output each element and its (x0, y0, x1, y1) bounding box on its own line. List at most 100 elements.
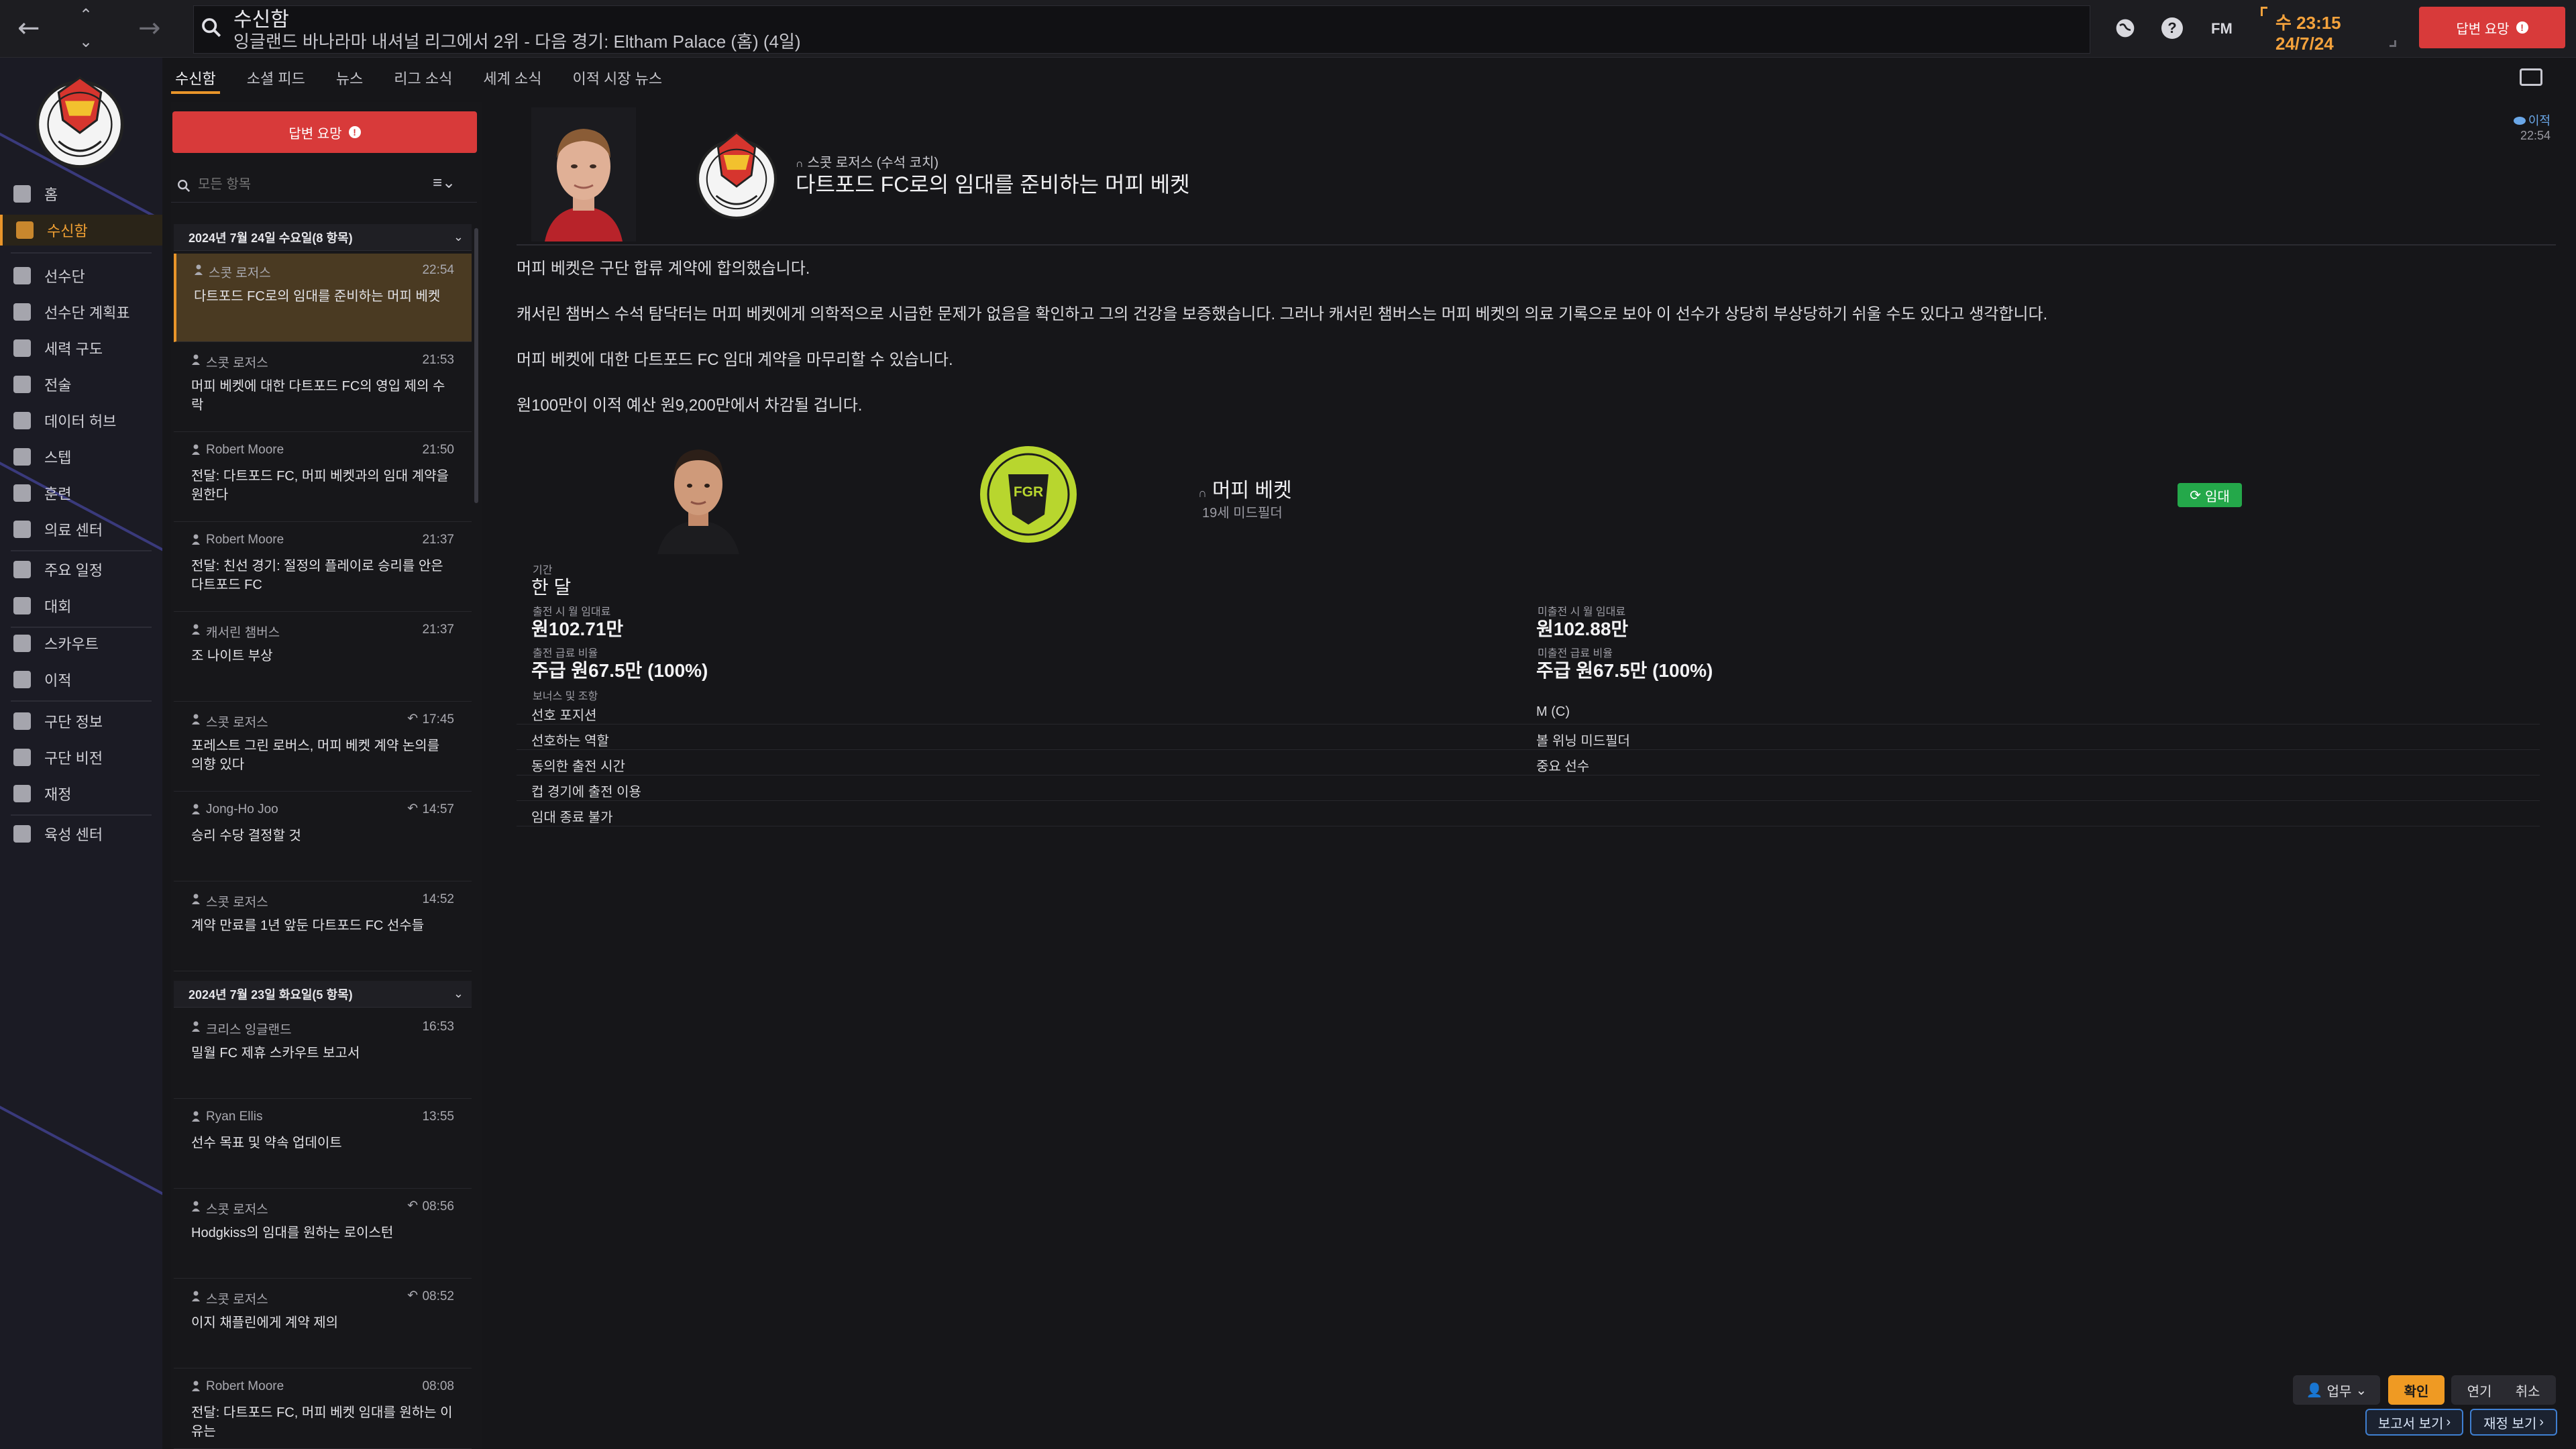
tab-league-news[interactable]: 리그 소식 (390, 64, 456, 94)
sidebar-item-inbox[interactable]: 수신함 (0, 215, 162, 246)
inbox-message[interactable]: 크리스 잉글랜드 16:53 밀월 FC 제휴 스카우트 보고서 (174, 1010, 472, 1099)
message-sender: 스콧 로저스 (209, 266, 271, 280)
inbox-message[interactable]: 스콧 로저스 ↶ 17:45 포레스트 그린 로버스, 머피 베켓 계약 논의를… (174, 703, 472, 792)
tab-world-news[interactable]: 세계 소식 (479, 64, 545, 94)
player-status-icon: ∩ (1198, 486, 1207, 500)
sidebar-item-development[interactable]: 육성 센터 (0, 818, 162, 849)
inbox-message[interactable]: 캐서린 챔버스 21:37 조 나이트 부상 (174, 613, 472, 702)
sidebar-item-staff[interactable]: 스텝 (0, 441, 162, 472)
message-time: 21:50 (422, 443, 454, 457)
up-arrow-icon[interactable]: ⌃ (79, 7, 93, 23)
sidebar-item-finances[interactable]: 재정 (0, 778, 162, 809)
filter-menu-icon[interactable]: ≡⌄ (433, 173, 455, 193)
layout-toggle-icon[interactable] (2520, 68, 2542, 86)
reply-required-label: 답변 요망 (2456, 21, 2510, 37)
forward-arrow-icon[interactable]: → (138, 15, 161, 42)
sidebar-item-label: 이적 (44, 672, 72, 689)
loan-player-name[interactable]: ∩ 머피 베켓 (1198, 474, 1292, 503)
current-time[interactable]: 수 23:15 (2275, 9, 2341, 34)
sidebar-item-club-info[interactable]: 구단 정보 (0, 706, 162, 737)
monthly-fee-value: 원102.71만 (531, 619, 624, 639)
message-subject: 전달: 다트포드 FC, 머피 베켓과의 임대 계약을 원한다 (191, 469, 449, 502)
trophy-icon (13, 597, 31, 614)
inbox-message[interactable]: 스콧 로저스 14:52 계약 만료를 1년 앞둔 다트포드 FC 선수들 (174, 883, 472, 971)
inbox-message[interactable]: 스콧 로저스 ↶ 08:56 Hodgkiss의 임대를 원하는 로이스턴 (174, 1190, 472, 1279)
tab-news[interactable]: 뉴스 (332, 64, 367, 94)
sidebar-item-transfers[interactable]: 이적 (0, 664, 162, 695)
message-time: 22:54 (422, 263, 454, 277)
chevron-right-icon: › (2539, 1414, 2544, 1430)
reply-required-button[interactable]: 답변 요망 ! (2419, 7, 2565, 48)
down-arrow-icon[interactable]: ⌄ (79, 34, 93, 50)
fm-logo[interactable]: FM (2211, 20, 2233, 38)
sidebar-divider (11, 700, 152, 702)
sidebar-item-data-hub[interactable]: 데이터 허브 (0, 405, 162, 436)
tab-social-feed[interactable]: 소셜 피드 (243, 64, 309, 94)
alert-icon: ! (2516, 21, 2528, 34)
sidebar-item-scouting[interactable]: 스카우트 (0, 628, 162, 659)
tab-transfer-news[interactable]: 이적 시장 뉴스 (568, 64, 666, 94)
view-finances-button[interactable]: 재정 보기 › (2470, 1409, 2557, 1436)
inbox-message[interactable]: Ryan Ellis 13:55 선수 목표 및 약속 업데이트 (174, 1100, 472, 1189)
sidebar-item-label: 구단 비전 (44, 750, 103, 767)
sidebar-item-medical[interactable]: 의료 센터 (0, 514, 162, 545)
back-arrow-icon[interactable]: ← (17, 15, 40, 42)
sidebar-item-club-vision[interactable]: 구단 비전 (0, 742, 162, 773)
sidebar-item-competitions[interactable]: 대회 (0, 590, 162, 621)
reply-required-list-button[interactable]: 답변 요망 ! (172, 111, 477, 153)
inbox-message[interactable]: Robert Moore 21:37 전달: 친선 경기: 절정의 플레이로 승… (174, 523, 472, 612)
globe-icon[interactable] (2114, 17, 2136, 44)
transfer-arrows-icon (13, 671, 31, 688)
view-report-button[interactable]: 보고서 보기 › (2365, 1409, 2463, 1436)
sidebar-item-label: 육성 센터 (44, 826, 103, 843)
inbox-group-header[interactable]: 2024년 7월 24일 수요일(8 항목) ⌄ (174, 224, 472, 251)
clause-label: 컵 경기에 출전 이용 (531, 785, 641, 800)
inbox-message[interactable]: Robert Moore 08:08 전달: 다트포드 FC, 머피 베켓 임대… (174, 1370, 472, 1449)
inbox-group-header[interactable]: 2024년 7월 23일 화요일(5 항목) ⌄ (174, 981, 472, 1008)
help-icon[interactable]: ? (2161, 17, 2183, 39)
message-sender: 캐서린 챔버스 (206, 626, 280, 640)
inbox-list: 답변 요망 ! ≡⌄ 2024년 7월 24일 수요일(8 항목) ⌄ 스콧 로… (171, 102, 482, 1449)
message-sender: Jong-Ho Joo (206, 802, 278, 816)
sidebar-item-label: 재정 (44, 786, 72, 803)
eye-icon (2513, 117, 2526, 125)
cancel-button[interactable]: 취소 (2500, 1375, 2556, 1405)
alert-icon: ! (348, 126, 361, 138)
sidebar-item-home[interactable]: 홈 (0, 178, 162, 209)
reply-required-label: 답변 요망 (288, 126, 342, 142)
tab-inbox[interactable]: 수신함 (171, 64, 220, 94)
sidebar-item-tactics[interactable]: 전술 (0, 369, 162, 400)
inbox-message[interactable]: 스콧 로저스 22:54 다트포드 FC로의 임대를 준비하는 머피 베켓 (174, 254, 472, 342)
sidebar-item-dynamics[interactable]: 세력 구도 (0, 333, 162, 364)
chevron-down-icon: ⌄ (2355, 1383, 2367, 1398)
inbox-scrollbar[interactable] (474, 228, 478, 503)
current-date[interactable]: 24/7/24 (2275, 34, 2334, 54)
inbox-search-input[interactable] (198, 173, 419, 196)
message-subject: 전달: 친선 경기: 절정의 플레이로 승리를 안은 다트포드 FC (191, 559, 443, 592)
sidebar-item-training[interactable]: 훈련 (0, 478, 162, 508)
replied-icon: ↶ (407, 802, 418, 816)
message-time: 13:55 (422, 1110, 454, 1124)
sidebar-item-schedule[interactable]: 주요 일정 (0, 554, 162, 585)
message-sender: 스콧 로저스 (206, 1293, 268, 1307)
player-photo[interactable] (648, 433, 749, 554)
club-badge[interactable]: FGR (978, 444, 1079, 545)
home-icon (13, 185, 31, 203)
sidebar-item-squad[interactable]: 선수단 (0, 260, 162, 291)
loan-player-info: 19세 미드필더 (1202, 506, 1283, 521)
loan-status-label: 임대 (2204, 489, 2230, 504)
inbox-message[interactable]: 스콧 로저스 21:53 머피 베켓에 대한 다트포드 FC의 영입 제의 수락 (174, 343, 472, 432)
duty-button[interactable]: 👤 업무 ⌄ (2293, 1375, 2380, 1405)
divider (517, 244, 2556, 246)
date-bracket-icon (2261, 7, 2267, 16)
message-paragraph: 원100만이 이적 예산 원9,200만에서 차감될 겁니다. (517, 396, 863, 415)
sidebar-item-squad-planner[interactable]: 선수단 계획표 (0, 297, 162, 327)
club-crest[interactable] (27, 67, 133, 173)
transfer-tag[interactable]: 이적 (2513, 111, 2551, 129)
inbox-message[interactable]: Robert Moore 21:50 전달: 다트포드 FC, 머피 베켓과의 … (174, 433, 472, 522)
inbox-message[interactable]: 스콧 로저스 ↶ 08:52 이지 채플린에게 계약 제의 (174, 1280, 472, 1368)
confirm-button[interactable]: 확인 (2388, 1375, 2445, 1405)
clause-value: 중요 선수 (1536, 759, 1590, 774)
inbox-message[interactable]: Jong-Ho Joo ↶ 14:57 승리 수당 결정할 것 (174, 793, 472, 881)
vision-icon (13, 749, 31, 766)
